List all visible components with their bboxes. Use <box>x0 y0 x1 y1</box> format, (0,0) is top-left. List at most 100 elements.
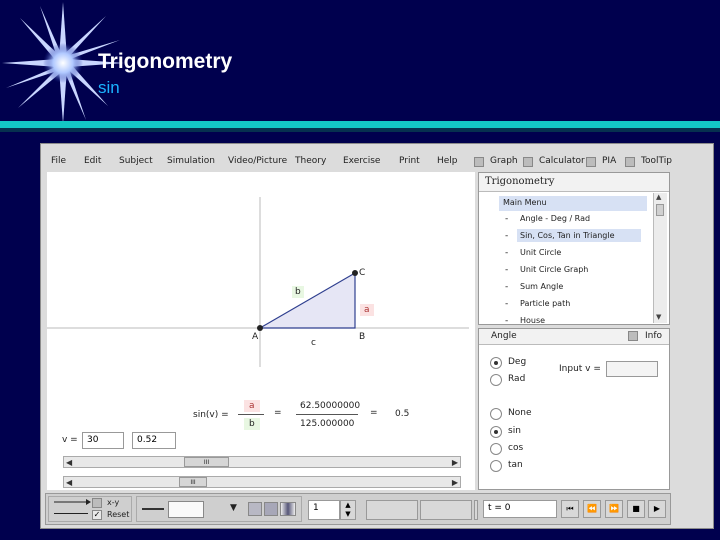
topic-item[interactable]: Sin, Cos, Tan in Triangle <box>517 229 641 242</box>
blank-button-2[interactable] <box>420 500 472 520</box>
triangle-shape <box>257 271 356 329</box>
menu-dash: - <box>505 214 509 224</box>
slider-2-right-arrow[interactable]: ▶ <box>452 478 458 487</box>
equals-sign: = <box>274 408 282 418</box>
topic-item[interactable]: Particle path <box>517 297 573 310</box>
slider-2-left-arrow[interactable]: ◀ <box>66 478 72 487</box>
graph-label: Graph <box>490 156 518 166</box>
vertex-b-label: B <box>359 332 366 342</box>
fill-swatch-3[interactable] <box>280 502 296 516</box>
rewind-start-icon[interactable]: ⏮ <box>561 500 579 518</box>
slider-2-thumb[interactable]: III <box>179 477 207 487</box>
step-spinner[interactable]: ▲ ▼ <box>340 500 356 520</box>
menu-dash: - <box>505 248 509 258</box>
radian-input[interactable]: 0.52 <box>132 432 176 449</box>
topic-item[interactable]: Sum Angle <box>517 280 566 293</box>
side-c-label: c <box>311 338 316 348</box>
menu-help[interactable]: Help <box>437 156 458 166</box>
color-swatch[interactable] <box>168 501 204 518</box>
pia-checkbox[interactable] <box>586 157 596 167</box>
accent-bar <box>0 121 720 128</box>
slide-subtitle: sin <box>98 78 120 97</box>
menu-file[interactable]: File <box>51 156 66 166</box>
rad-label: Rad <box>508 374 526 384</box>
scroll-up-arrow[interactable]: ▲ <box>656 193 661 201</box>
slider-1[interactable]: ◀ III ▶ <box>63 456 461 468</box>
fill-swatch-2[interactable] <box>264 502 278 516</box>
side-a-label: a <box>360 304 374 316</box>
thickness-slider[interactable] <box>142 508 164 510</box>
none-radio[interactable] <box>490 408 502 420</box>
topic-item[interactable]: Unit Circle Graph <box>517 263 591 276</box>
deg-radio[interactable] <box>490 357 502 369</box>
menu-dash: - <box>505 282 509 292</box>
rad-radio[interactable] <box>490 374 502 386</box>
menu-edit[interactable]: Edit <box>84 156 101 166</box>
menu-print[interactable]: Print <box>399 156 420 166</box>
cos-label: cos <box>508 443 524 453</box>
denominator-value: 125.000000 <box>300 419 355 429</box>
menu-simulation[interactable]: Simulation <box>167 156 215 166</box>
slider-1-left-arrow[interactable]: ◀ <box>66 458 72 467</box>
menu-dash: - <box>505 265 509 275</box>
numerator-value: 62.50000000 <box>300 401 361 411</box>
sin-radio[interactable] <box>490 426 502 438</box>
menu-dash: - <box>505 299 509 309</box>
step-forward-icon[interactable]: ⏩ <box>605 500 623 518</box>
deg-label: Deg <box>508 357 527 367</box>
step-back-icon[interactable]: ⏪ <box>583 500 601 518</box>
menu-video-picture[interactable]: Video/Picture <box>228 156 287 166</box>
v-label: v = <box>62 435 78 445</box>
menu-subject[interactable]: Subject <box>119 156 153 166</box>
topic-item[interactable]: Unit Circle <box>517 246 564 259</box>
none-label: None <box>508 408 532 418</box>
slider-1-thumb[interactable]: III <box>184 457 229 467</box>
slide-title: Trigonometry <box>98 50 233 73</box>
play-icon[interactable]: ▶ <box>648 500 666 518</box>
equals-sign-2: = <box>370 408 378 418</box>
topic-item[interactable]: House <box>517 314 548 327</box>
result-value: 0.5 <box>395 409 410 419</box>
vertex-a-label: A <box>252 332 259 342</box>
menu-dash: - <box>505 316 509 326</box>
cos-radio[interactable] <box>490 443 502 455</box>
menu-exercise[interactable]: Exercise <box>343 156 380 166</box>
tan-radio[interactable] <box>490 460 502 472</box>
info-checkbox[interactable] <box>628 331 638 341</box>
stop-icon[interactable]: ■ <box>627 500 645 518</box>
calculator-checkbox[interactable] <box>523 157 533 167</box>
scroll-thumb[interactable] <box>656 204 664 216</box>
topic-item[interactable]: Angle - Deg / Rad <box>517 212 593 225</box>
fill-swatch-1[interactable] <box>248 502 262 516</box>
scroll-down-arrow[interactable]: ▼ <box>656 313 661 321</box>
slider-1-right-arrow[interactable]: ▶ <box>452 458 458 467</box>
blank-button-3[interactable] <box>474 500 478 520</box>
fraction-num: a <box>244 400 260 412</box>
menu-bar: File Edit Subject Simulation Video/Pictu… <box>47 156 672 170</box>
fraction-den: b <box>244 418 260 430</box>
tan-label: tan <box>508 460 523 470</box>
style-dropdown-icon[interactable]: ▼ <box>230 503 237 513</box>
reset-checkbox[interactable]: ✓ <box>92 510 102 520</box>
menu-theory[interactable]: Theory <box>295 156 326 166</box>
pia-label: PIA <box>602 156 617 166</box>
graph-checkbox[interactable] <box>474 157 484 167</box>
xy-checkbox[interactable] <box>92 498 102 508</box>
step-input[interactable]: 1 <box>308 500 340 520</box>
input-v-field[interactable] <box>606 361 658 377</box>
reset-label: Reset <box>107 510 130 519</box>
vertex-a-point <box>257 325 263 331</box>
main-menu-item[interactable]: Main Menu <box>499 196 647 211</box>
slider-2[interactable]: ◀ III ▶ <box>63 476 461 488</box>
tooltip-checkbox[interactable] <box>625 157 635 167</box>
blank-button-1[interactable] <box>366 500 418 520</box>
arrow-icon[interactable] <box>52 497 92 507</box>
panel-scrollbar[interactable]: ▲ ▼ <box>653 193 667 323</box>
v-input[interactable]: 30 <box>82 432 124 449</box>
accent-shadow <box>0 128 720 132</box>
time-display: t = 0 <box>483 500 557 518</box>
line-icon[interactable] <box>54 513 88 514</box>
side-b-label: b <box>292 286 304 298</box>
value-fraction-line <box>296 414 358 415</box>
angle-panel <box>478 328 670 490</box>
